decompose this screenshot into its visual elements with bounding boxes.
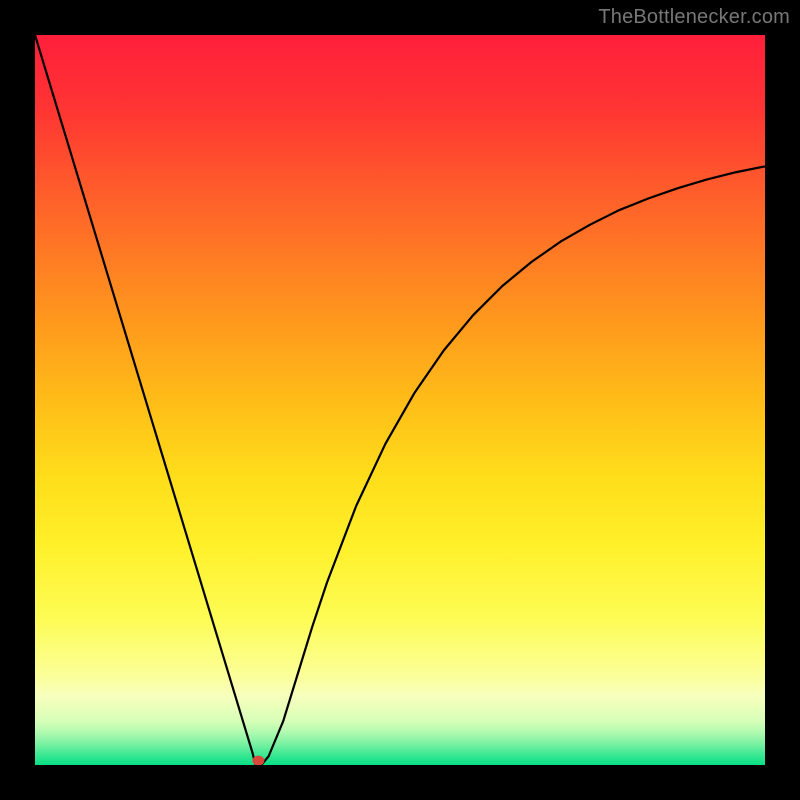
watermark-text: TheBottlenecker.com — [598, 6, 790, 29]
plot-area — [35, 35, 765, 765]
bottleneck-curve — [35, 35, 765, 765]
chart-frame: TheBottlenecker.com — [0, 0, 800, 800]
curve-path — [35, 35, 765, 765]
